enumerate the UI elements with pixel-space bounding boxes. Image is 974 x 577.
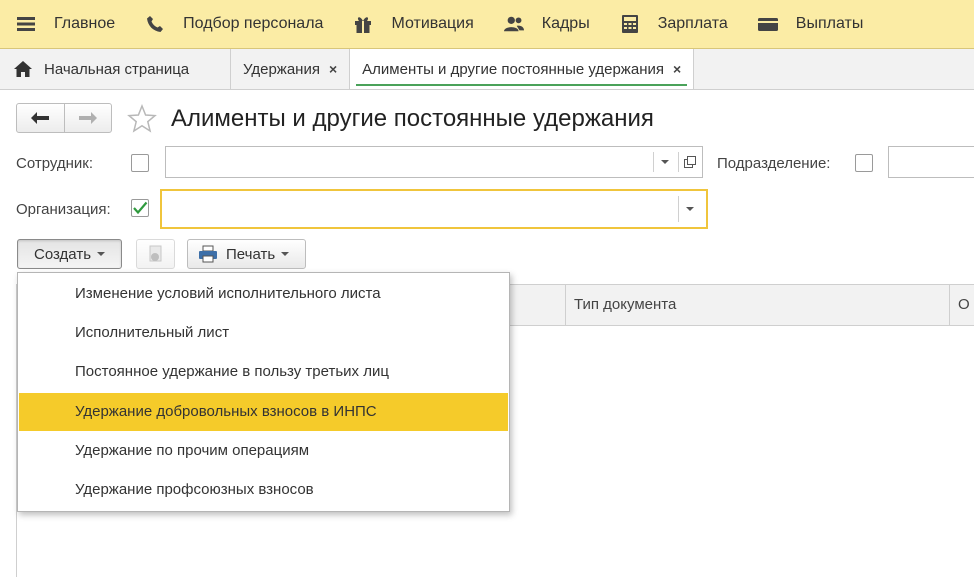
menu-item-third-party-deduction[interactable]: Постоянное удержание в пользу третьих ли… <box>19 353 508 391</box>
menu-hr[interactable]: Кадры <box>488 0 604 49</box>
calculator-icon <box>620 14 640 34</box>
menu-recruiting[interactable]: Подбор персонала <box>129 0 337 49</box>
home-icon <box>14 61 32 77</box>
wallet-icon <box>757 14 778 34</box>
chevron-down-icon <box>281 252 290 256</box>
create-button[interactable]: Создать <box>17 239 122 269</box>
employee-checkbox[interactable] <box>131 154 149 172</box>
department-label: Подразделение: <box>717 155 831 172</box>
chevron-down-icon <box>686 207 694 211</box>
checkmark-icon <box>133 201 148 215</box>
tab-home[interactable]: Начальная страница <box>0 49 231 89</box>
phone-icon <box>145 14 165 34</box>
create-button-label: Создать <box>34 245 92 263</box>
menu-item-change-writ-conditions[interactable]: Изменение условий исполнительного листа <box>19 275 508 313</box>
employee-open-button[interactable] <box>678 147 702 177</box>
back-button[interactable] <box>17 104 64 132</box>
tab-bar: Начальная страница Удержания × Алименты … <box>0 49 974 90</box>
navigation-buttons <box>16 103 112 133</box>
people-icon <box>503 14 524 34</box>
tab-alimony[interactable]: Алименты и другие постоянные удержания × <box>350 49 695 89</box>
menu-item-voluntary-contributions[interactable]: Удержание добровольных взносов в ИНПС <box>19 393 508 431</box>
arrow-left-icon <box>31 112 50 124</box>
main-menubar: Главное Подбор персонала Мотивация Кадры… <box>0 0 974 49</box>
menu-recruiting-label: Подбор персонала <box>183 15 324 32</box>
chevron-down-icon <box>661 160 669 164</box>
forward-button[interactable] <box>63 104 112 132</box>
menu-main[interactable]: Главное <box>0 0 129 49</box>
print-button[interactable]: Печать <box>187 239 306 269</box>
employee-field[interactable] <box>165 146 703 178</box>
menu-salary-label: Зарплата <box>657 15 728 32</box>
close-icon[interactable]: × <box>673 61 681 77</box>
menu-payments-label: Выплаты <box>795 15 864 32</box>
organization-label: Организация: <box>16 201 111 218</box>
tab-home-label: Начальная страница <box>44 60 190 78</box>
column-header-document-type[interactable]: Тип документа <box>565 285 949 325</box>
open-window-icon <box>684 156 696 168</box>
favorite-star-icon[interactable] <box>127 104 157 134</box>
department-field[interactable] <box>888 146 974 178</box>
menu-item-union-dues[interactable]: Удержание профсоюзных взносов <box>19 471 508 509</box>
arrow-right-icon <box>78 112 97 124</box>
menu-main-label: Главное <box>54 15 116 32</box>
gift-icon <box>353 14 373 34</box>
organization-field[interactable] <box>160 189 708 229</box>
copy-document-button[interactable] <box>136 239 175 269</box>
tab-alimony-label: Алименты и другие постоянные удержания <box>362 60 664 78</box>
print-button-label: Печать <box>226 245 276 263</box>
close-icon[interactable]: × <box>329 61 337 77</box>
menu-motivation[interactable]: Мотивация <box>337 0 487 49</box>
column-header[interactable]: О <box>949 285 974 325</box>
department-checkbox[interactable] <box>855 154 873 172</box>
menu-payments[interactable]: Выплаты <box>742 0 878 49</box>
employee-label: Сотрудник: <box>16 155 94 172</box>
organization-checkbox[interactable] <box>131 199 149 217</box>
menu-item-other-operations[interactable]: Удержание по прочим операциям <box>19 432 508 470</box>
tab-deductions[interactable]: Удержания × <box>231 49 351 89</box>
document-copy-icon <box>149 245 161 262</box>
tab-deductions-label: Удержания <box>243 60 320 78</box>
page-title: Алименты и другие постоянные удержания <box>171 105 654 132</box>
hamburger-icon <box>16 14 36 34</box>
create-dropdown-menu: Изменение условий исполнительного листа … <box>17 272 510 512</box>
printer-icon <box>199 245 217 263</box>
employee-dropdown-button[interactable] <box>653 147 677 177</box>
menu-motivation-label: Мотивация <box>391 15 474 32</box>
organization-dropdown-button[interactable] <box>678 191 702 227</box>
chevron-down-icon <box>97 252 106 256</box>
menu-hr-label: Кадры <box>541 15 590 32</box>
menu-salary[interactable]: Зарплата <box>604 0 742 49</box>
menu-item-writ-of-execution[interactable]: Исполнительный лист <box>19 314 508 352</box>
